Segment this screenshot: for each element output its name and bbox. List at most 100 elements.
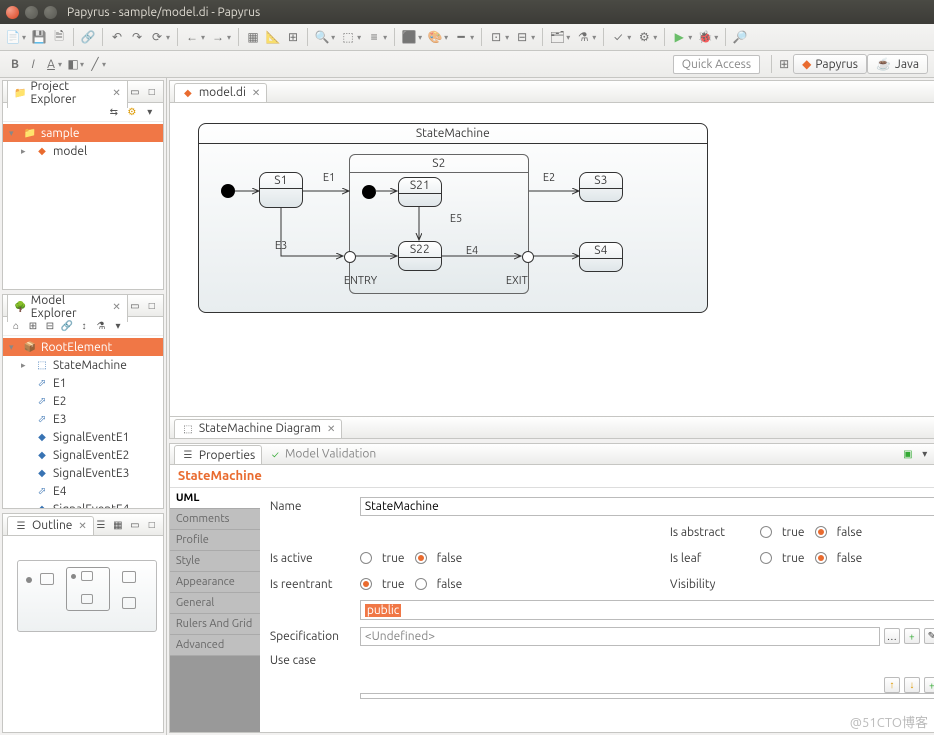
name-input[interactable] — [360, 497, 934, 516]
state-s3[interactable]: S3 — [579, 172, 623, 202]
state-s22[interactable]: S22 — [398, 241, 442, 271]
save-all-icon[interactable]: 🗎 — [50, 28, 68, 46]
props-category[interactable]: General — [170, 593, 260, 614]
add-button[interactable]: + — [904, 628, 920, 644]
model-item[interactable]: ▸⬚StateMachine — [3, 356, 163, 374]
line-icon[interactable]: ━ — [452, 28, 470, 46]
exit-point[interactable] — [522, 251, 534, 263]
model-item[interactable]: ◆SignalEventE4 — [3, 500, 163, 508]
model-item[interactable]: ⬀E2 — [3, 392, 163, 410]
state-s4[interactable]: S4 — [579, 242, 623, 272]
link-editor-icon[interactable]: ⚙ — [125, 105, 139, 119]
sort-icon[interactable]: ↕ — [77, 319, 91, 333]
close-icon[interactable]: ✕ — [78, 520, 86, 532]
layout-icon[interactable]: ⬚ — [339, 28, 357, 46]
leaf-true-radio[interactable] — [760, 552, 772, 564]
leaf-false-radio[interactable] — [815, 552, 827, 564]
grid-icon[interactable]: ▦ — [244, 28, 262, 46]
quick-access-input[interactable]: Quick Access — [673, 55, 760, 74]
model-item[interactable]: ⬀E3 — [3, 410, 163, 428]
properties-tab[interactable]: ☰Properties — [174, 445, 262, 464]
project-root[interactable]: ▾📁sample — [3, 124, 163, 142]
close-icon[interactable]: ✕ — [252, 87, 260, 99]
select-icon[interactable]: ⬛ — [400, 28, 418, 46]
outline-tab[interactable]: ☰Outline✕ — [7, 516, 94, 535]
model-validation-tab[interactable]: ✓ Model Validation — [268, 447, 376, 461]
state-s1[interactable]: S1 — [259, 172, 303, 208]
props-category[interactable]: Rulers And Grid — [170, 614, 260, 635]
bold-icon[interactable]: B — [6, 55, 24, 73]
forward-icon[interactable]: → — [209, 28, 227, 46]
distribute-icon[interactable]: ⊟ — [513, 28, 531, 46]
back-icon[interactable]: ← — [183, 28, 201, 46]
down-button[interactable]: ↓ — [904, 677, 920, 693]
model-item[interactable]: ⬀E4 — [3, 482, 163, 500]
entry-point[interactable] — [344, 251, 356, 263]
minimize-icon[interactable]: ▭ — [128, 299, 142, 313]
layers-icon[interactable]: 🗂 — [548, 28, 566, 46]
props-category[interactable]: Advanced — [170, 635, 260, 656]
filter-icon[interactable]: ⚗ — [94, 319, 108, 333]
visibility-combo[interactable]: public▾ — [360, 600, 934, 620]
maximize-icon[interactable]: □ — [145, 85, 159, 99]
editor-tab-model[interactable]: ◆model.di✕ — [174, 83, 267, 102]
browse-button[interactable]: … — [884, 628, 900, 644]
menu-icon[interactable]: ▾ — [143, 105, 157, 119]
search-icon[interactable]: 🔎 — [731, 28, 749, 46]
active-true-radio[interactable] — [360, 552, 372, 564]
expand-icon[interactable]: ⊞ — [26, 319, 40, 333]
close-icon[interactable]: ✕ — [112, 301, 120, 313]
abstract-true-radio[interactable] — [760, 526, 772, 538]
perspective-java[interactable]: ☕Java — [867, 54, 928, 74]
close-icon[interactable]: ✕ — [327, 423, 335, 435]
fill-color-icon[interactable]: ◧ — [64, 55, 82, 73]
initial-node-s2[interactable] — [362, 185, 376, 199]
link-icon[interactable]: 🔗 — [60, 319, 74, 333]
link-icon[interactable]: 🔗 — [79, 28, 97, 46]
validate-icon[interactable]: ✓ — [609, 28, 627, 46]
collapse-icon[interactable]: ⊟ — [43, 319, 57, 333]
line-color-icon[interactable]: ╱ — [86, 55, 104, 73]
reentrant-true-radio[interactable] — [360, 578, 372, 590]
home-icon[interactable]: ⌂ — [9, 319, 23, 333]
model-file[interactable]: ▸◆model — [3, 142, 163, 160]
align-icon[interactable]: ≡ — [365, 28, 383, 46]
root-element[interactable]: ▾📦RootElement — [3, 338, 163, 356]
props-category[interactable]: Appearance — [170, 572, 260, 593]
debug-icon[interactable]: 🐞 — [696, 28, 714, 46]
font-color-icon[interactable]: A — [42, 55, 60, 73]
redo-icon[interactable]: ↷ — [128, 28, 146, 46]
new-view-icon[interactable]: ▣ — [901, 447, 915, 461]
fill-icon[interactable]: 🎨 — [426, 28, 444, 46]
arrange-icon[interactable]: ⊡ — [487, 28, 505, 46]
spec-input[interactable]: <Undefined> — [360, 627, 880, 646]
active-false-radio[interactable] — [415, 552, 427, 564]
minimize-icon[interactable]: ▭ — [128, 518, 142, 532]
window-minimize-button[interactable] — [25, 6, 38, 19]
props-category[interactable]: Comments — [170, 509, 260, 530]
run-icon[interactable]: ▶ — [670, 28, 688, 46]
zoom-icon[interactable]: 🔍 — [313, 28, 331, 46]
refresh-icon[interactable]: ⟳ — [148, 28, 166, 46]
abstract-false-radio[interactable] — [815, 526, 827, 538]
minimize-icon[interactable]: ▭ — [128, 85, 142, 99]
props-category[interactable]: Profile — [170, 530, 260, 551]
model-item[interactable]: ◆SignalEventE3 — [3, 464, 163, 482]
up-button[interactable]: ↑ — [884, 677, 900, 693]
undo-icon[interactable]: ↶ — [108, 28, 126, 46]
maximize-icon[interactable]: □ — [145, 299, 159, 313]
diagram-tab[interactable]: ⬚StateMachine Diagram✕ — [174, 419, 343, 438]
add-button[interactable]: + — [924, 677, 934, 693]
window-close-button[interactable] — [6, 6, 19, 19]
snap-icon[interactable]: ⊞ — [284, 28, 302, 46]
model-item[interactable]: ⬀E1 — [3, 374, 163, 392]
menu-icon[interactable]: ▾ — [111, 319, 125, 333]
diagram-canvas[interactable]: StateMachine S1 E1 E3 S2 S21 E5 S22 ENTR… — [170, 103, 934, 416]
tree-mode-icon[interactable]: ☰ — [94, 518, 108, 532]
overview-mode-icon[interactable]: ▦ — [111, 518, 125, 532]
model-item[interactable]: ◆SignalEventE1 — [3, 428, 163, 446]
save-icon[interactable]: 💾 — [30, 28, 48, 46]
italic-icon[interactable]: I — [24, 55, 42, 73]
gear-icon[interactable]: ⚙ — [635, 28, 653, 46]
props-category[interactable]: Style — [170, 551, 260, 572]
